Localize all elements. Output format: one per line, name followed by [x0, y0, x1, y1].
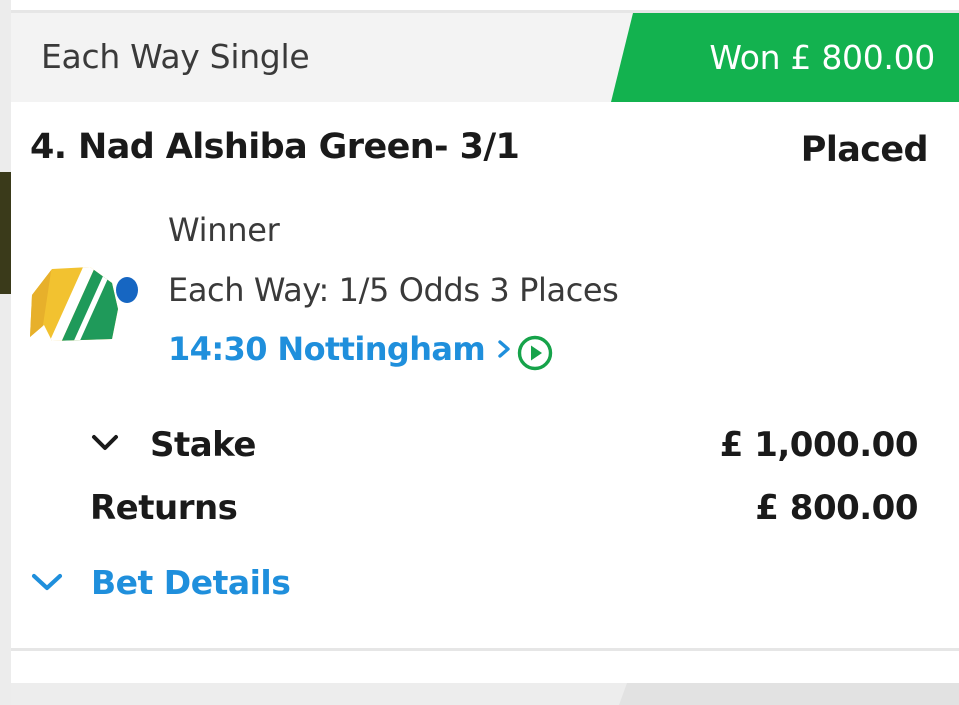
bet-status-label: Won £ 800.00 — [709, 38, 935, 77]
selection-result: Placed — [800, 130, 929, 170]
bet-details-toggle[interactable]: Bet Details — [30, 560, 291, 604]
each-way-terms: Each Way: 1/5 Odds 3 Places — [168, 271, 619, 309]
market-name: Winner — [168, 211, 280, 249]
background-page-edge — [0, 0, 11, 705]
play-circle-icon[interactable] — [516, 334, 554, 372]
selection-name: 4. Nad Alshiba Green- 3/1 — [30, 127, 520, 167]
returns-value: £ 800.00 — [755, 488, 918, 528]
background-band — [0, 172, 11, 294]
returns-row: Returns £ 800.00 — [90, 488, 918, 532]
bet-status-badge: Won £ 800.00 — [611, 13, 959, 102]
bet-type-label: Each Way Single — [41, 37, 310, 76]
returns-label: Returns — [90, 488, 238, 528]
jockey-silks-icon — [30, 267, 138, 341]
chevron-right-icon — [498, 340, 510, 358]
event-link[interactable]: 14:30 Nottingham — [168, 330, 513, 368]
stake-label: Stake — [150, 425, 256, 465]
next-bet-status-badge — [619, 683, 959, 705]
chevron-down-icon[interactable] — [90, 433, 120, 453]
next-bet-card — [11, 683, 959, 705]
chevron-down-icon — [31, 573, 63, 591]
bet-details-label: Bet Details — [91, 562, 291, 602]
bet-card-header: Each Way Single Won £ 800.00 — [11, 13, 959, 102]
card-bottom-divider — [11, 648, 959, 651]
event-link-label: 14:30 Nottingham — [168, 330, 486, 368]
stake-value: £ 1,000.00 — [719, 425, 919, 465]
stake-row: Stake £ 1,000.00 — [90, 425, 919, 469]
